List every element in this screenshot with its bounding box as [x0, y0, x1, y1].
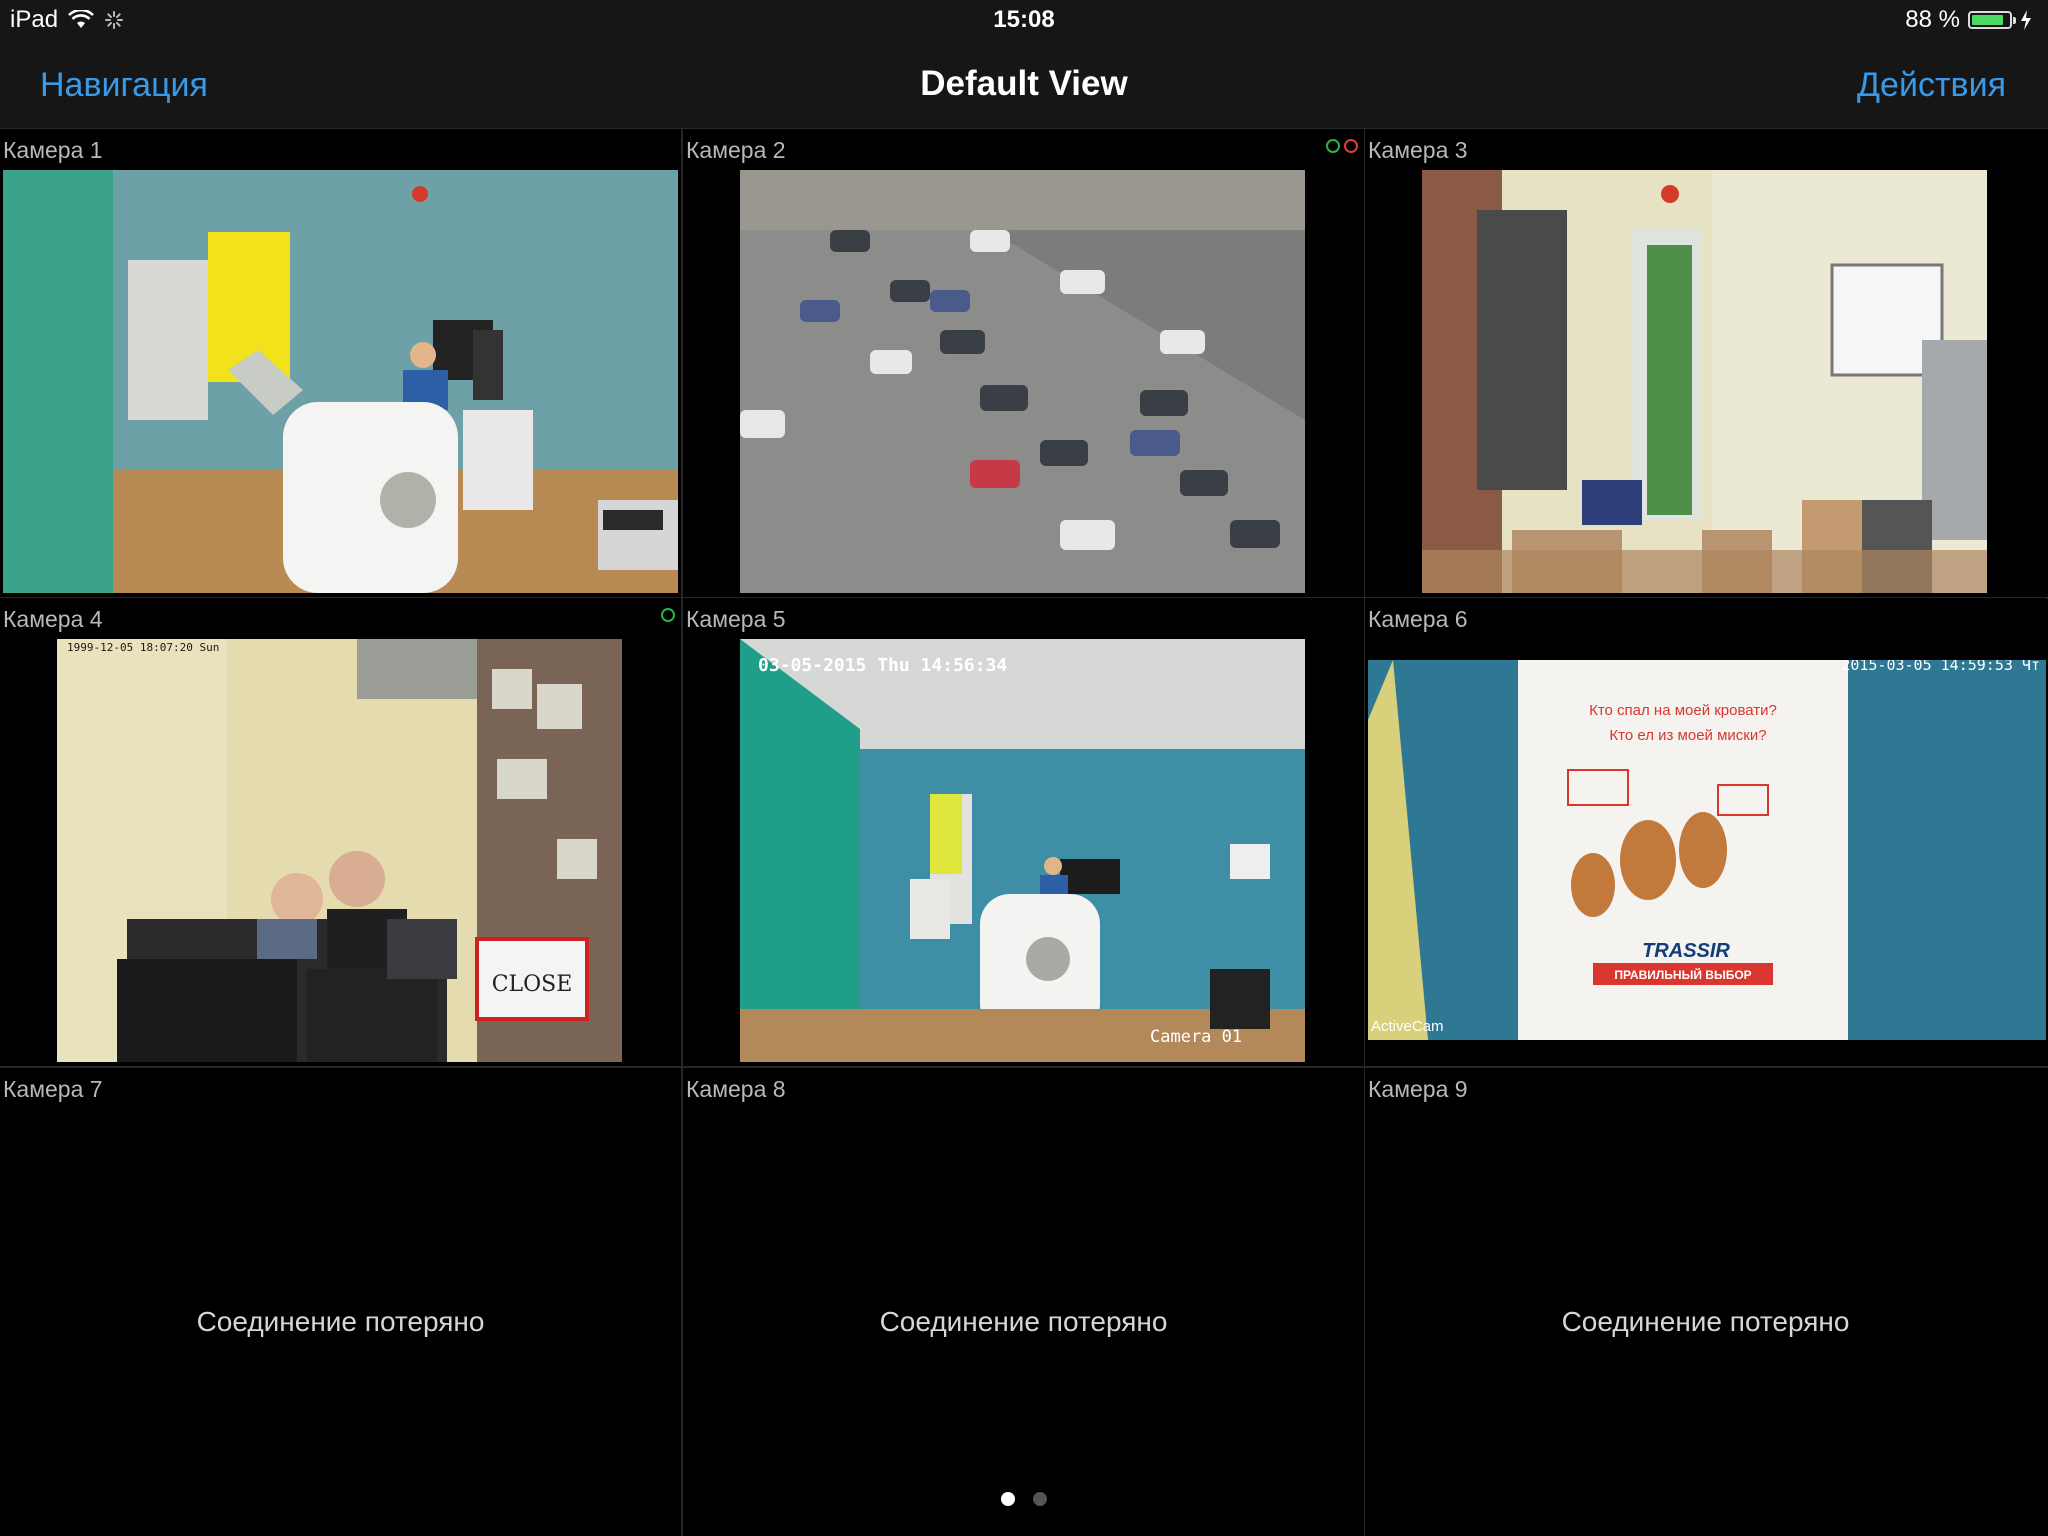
camera-tile-1[interactable]: Камера 1	[0, 129, 681, 597]
camera-tile-7[interactable]: Камера 7 Соединение потеряно	[0, 1068, 681, 1536]
recording-indicator-icon	[1326, 139, 1340, 153]
status-right: 88 %	[1905, 6, 2032, 34]
status-left: iPad	[10, 6, 124, 34]
camera-label: Камера 1	[3, 137, 103, 163]
poster-line-2: Кто ел из моей миски?	[1609, 727, 1766, 744]
office-hallway-image	[1422, 170, 1987, 593]
camera-label: Камера 9	[1368, 1076, 1468, 1102]
camera-tile-5[interactable]: Камера 5 03-05-2015 Thu 14:56:34 Camera …	[683, 598, 1364, 1066]
connection-lost-message: Соединение потеряно	[196, 1306, 485, 1337]
camera-tile-6[interactable]: Камера 6 Кто спал на моей кровати? Кто е…	[1365, 598, 2046, 1066]
wifi-icon	[68, 10, 94, 28]
camera-timestamp: 1999-12-05 18:07:20 Sun	[67, 641, 220, 654]
camera-label: Камера 3	[1368, 137, 1468, 163]
page-indicator[interactable]	[0, 1492, 2048, 1506]
page-dot[interactable]	[1001, 1492, 1015, 1506]
view-title: Default View	[920, 64, 1128, 103]
status-time: 15:08	[993, 6, 1055, 33]
camera-name-overlay: Camera 01	[1150, 1027, 1243, 1047]
camera-label: Камера 5	[686, 606, 786, 632]
camera-timestamp: 03-05-2015 Thu 14:56:34	[758, 655, 1008, 676]
battery-fill	[1972, 15, 2004, 25]
connection-lost-message: Соединение потеряно	[879, 1306, 1168, 1337]
battery-tip	[2013, 17, 2016, 24]
actions-button[interactable]: Действия	[1857, 66, 2006, 105]
camera-brand-overlay: ActiveCam	[1371, 1018, 1444, 1035]
navigation-button[interactable]: Навигация	[40, 66, 208, 105]
poster-brand: TRASSIR	[1642, 940, 1730, 962]
connection-lost-message: Соединение потеряно	[1561, 1306, 1850, 1337]
camera-status-indicators	[661, 608, 675, 622]
office-scene-image	[3, 170, 678, 593]
battery-percent: 88 %	[1905, 6, 1960, 33]
poster-scene-image: Кто спал на моей кровати? Кто ел из моей…	[1368, 660, 2046, 1040]
recording-indicator-icon	[661, 608, 675, 622]
camera-feed-5[interactable]: 03-05-2015 Thu 14:56:34 Camera 01	[740, 639, 1305, 1062]
status-bar: iPad 15:08 88 %	[0, 0, 2048, 40]
navigation-bar: Навигация Default View Действия	[0, 40, 2048, 129]
camera-feed-1[interactable]	[3, 170, 678, 593]
camera-label: Камера 2	[686, 137, 786, 163]
page-dot[interactable]	[1033, 1492, 1047, 1506]
camera-tile-3[interactable]: Камера 3	[1365, 129, 2046, 597]
street-scene-image	[740, 170, 1305, 593]
charging-bolt-icon	[2021, 10, 2031, 30]
camera-tile-9[interactable]: Камера 9 Соединение потеряно	[1365, 1068, 2046, 1536]
activity-spinner-icon	[105, 11, 124, 29]
camera-status-indicators	[1326, 139, 1358, 153]
camera-feed-3[interactable]	[1422, 170, 1987, 593]
battery-icon	[1968, 11, 2016, 29]
workroom-scene-image: CLOSE	[57, 639, 622, 1062]
camera-label: Камера 4	[3, 606, 103, 632]
close-sign-text: CLOSE	[492, 972, 573, 997]
camera-tile-4[interactable]: Камера 4 CLOSE 1999-12-05 18:07:20 Sun	[0, 598, 681, 1066]
camera-feed-6[interactable]: Кто спал на моей кровати? Кто ел из моей…	[1368, 660, 2046, 1040]
poster-line-1: Кто спал на моей кровати?	[1589, 702, 1777, 719]
camera-tile-2[interactable]: Камера 2	[683, 129, 1364, 597]
camera-label: Камера 8	[686, 1076, 786, 1102]
camera-tile-8[interactable]: Камера 8 Соединение потеряно	[683, 1068, 1364, 1536]
office-wideangle-image	[740, 639, 1305, 1062]
alarm-indicator-icon	[1344, 139, 1358, 153]
camera-feed-2[interactable]	[740, 170, 1305, 593]
camera-feed-4[interactable]: CLOSE 1999-12-05 18:07:20 Sun	[57, 639, 622, 1062]
device-name: iPad	[10, 6, 59, 33]
camera-label: Камера 6	[1368, 606, 1468, 632]
poster-tagline: ПРАВИЛЬНЫЙ ВЫБОР	[1614, 967, 1751, 982]
camera-label: Камера 7	[3, 1076, 103, 1102]
camera-timestamp: 2015-03-05 14:59:53 Чт	[1841, 660, 2040, 674]
